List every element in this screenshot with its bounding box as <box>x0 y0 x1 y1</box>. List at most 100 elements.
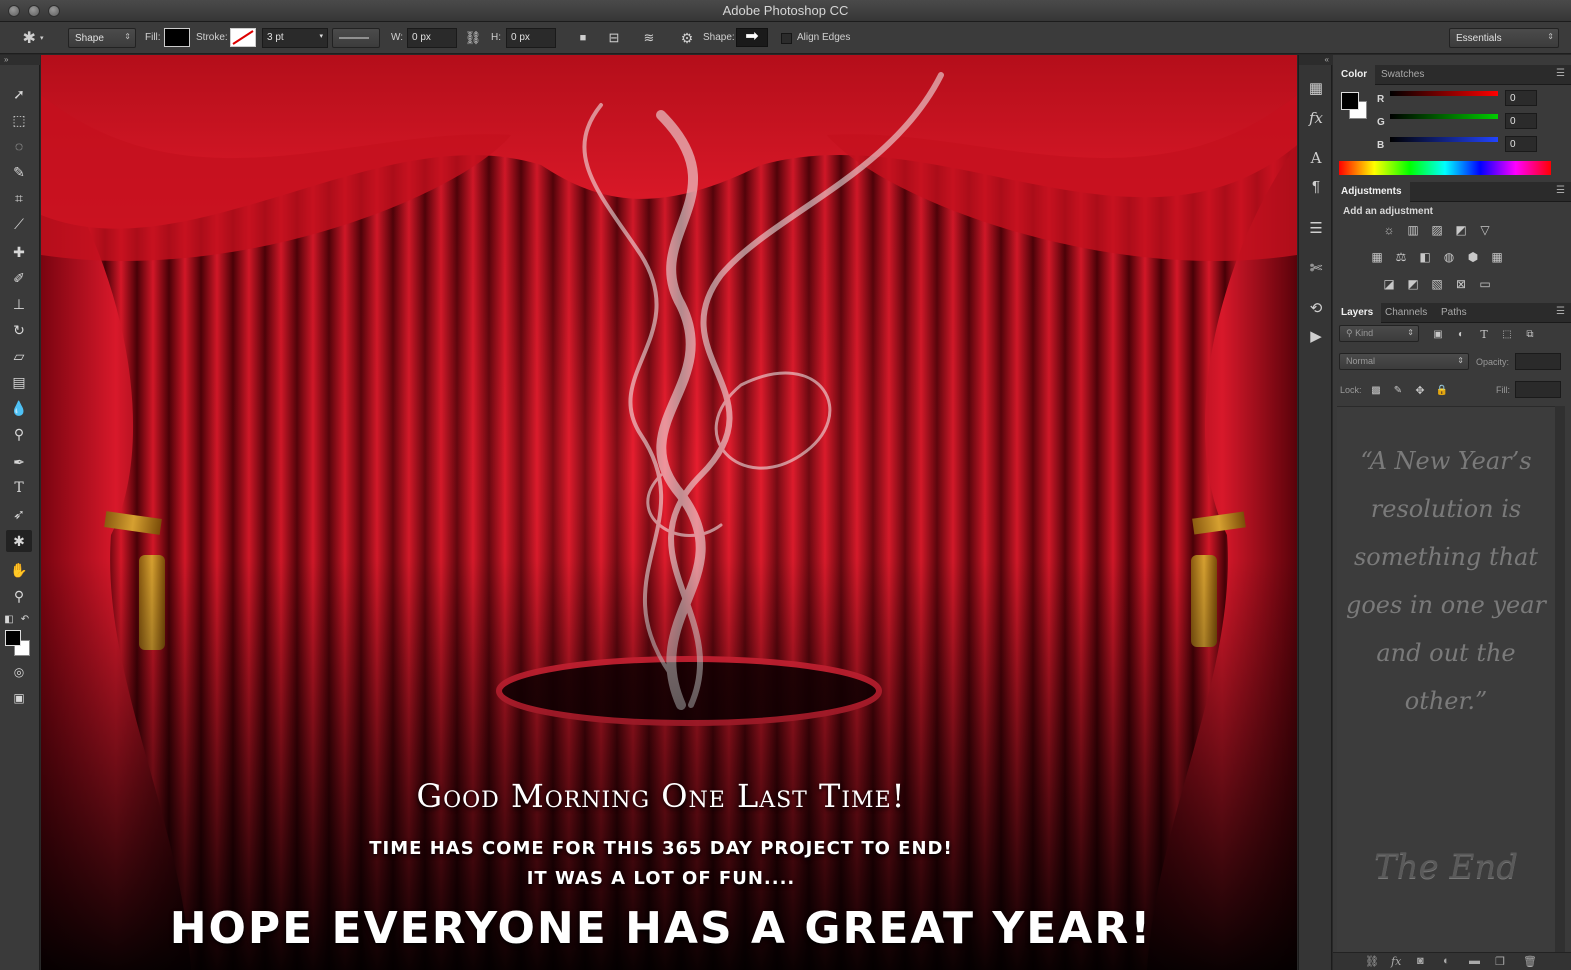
gradient-tool[interactable]: ▤ <box>6 371 32 393</box>
type-tool[interactable]: T <box>6 477 32 499</box>
hand-tool[interactable]: ✋ <box>6 559 32 581</box>
path-operations-icon[interactable]: ■ <box>573 29 593 47</box>
opacity-field[interactable] <box>1515 353 1561 370</box>
add-mask-icon[interactable]: ◙ <box>1417 955 1424 967</box>
link-icon[interactable]: ⛓ <box>463 30 483 46</box>
curves-icon[interactable]: ▨ <box>1428 221 1446 239</box>
tab-channels[interactable]: Channels <box>1377 303 1435 323</box>
tab-paths[interactable]: Paths <box>1433 303 1475 323</box>
paragraph-panel-icon[interactable]: ¶ <box>1303 175 1329 197</box>
dodge-tool[interactable]: ⚲ <box>6 423 32 445</box>
invert-icon[interactable]: ◪ <box>1380 275 1398 293</box>
fill-swatch[interactable] <box>164 28 190 47</box>
tab-layers[interactable]: Layers <box>1333 303 1382 323</box>
color-spectrum-ramp[interactable] <box>1339 161 1551 175</box>
brush-tool[interactable]: ✐ <box>6 267 32 289</box>
stroke-type-dropdown[interactable] <box>332 28 380 48</box>
new-layer-icon[interactable]: ❐ <box>1495 955 1505 968</box>
lock-all-icon[interactable]: 🔒 <box>1433 381 1451 399</box>
filter-shape-icon[interactable]: ⬚ <box>1498 325 1516 343</box>
stroke-size-field[interactable]: 3 pt ▾ <box>262 28 328 48</box>
history-panel-icon[interactable]: ⟲ <box>1303 297 1329 319</box>
layer-filter-dropdown[interactable]: ⚲ Kind ⇕ <box>1339 325 1419 342</box>
zoom-tool[interactable]: ⚲ <box>6 585 32 607</box>
layers-scrollbar[interactable] <box>1555 406 1565 952</box>
new-group-icon[interactable]: ▬ <box>1469 955 1480 967</box>
gradient-map-icon[interactable]: ▭ <box>1476 275 1494 293</box>
filter-smart-object-icon[interactable]: ⧉ <box>1521 325 1539 343</box>
selective-color-icon[interactable]: ⊠ <box>1452 275 1470 293</box>
brightness-icon[interactable]: ☼ <box>1380 221 1398 239</box>
black-white-icon[interactable]: ◧ <box>1416 248 1434 266</box>
default-colors-icon[interactable]: ◧ <box>2 608 16 630</box>
vibrance-icon[interactable]: ▽ <box>1476 221 1494 239</box>
path-alignment-icon[interactable]: ⊟ <box>603 29 625 47</box>
tool-mode-dropdown[interactable]: Shape ⇕ <box>68 28 136 48</box>
panel-menu-icon[interactable]: ☰ <box>1556 306 1565 317</box>
lock-position-icon[interactable]: ✥ <box>1411 381 1429 399</box>
custom-shape-tool[interactable]: ✱ <box>6 530 32 552</box>
collapse-strip-icon[interactable]: « <box>1299 55 1333 65</box>
quick-mask-icon[interactable]: ◎ <box>6 661 32 683</box>
blue-slider[interactable] <box>1390 137 1498 142</box>
screen-mode-icon[interactable]: ▣ <box>6 687 32 709</box>
layers-list-area[interactable]: “A New Year’s resolution is something th… <box>1337 406 1555 952</box>
threshold-icon[interactable]: ▧ <box>1428 275 1446 293</box>
custom-shape-tool-preset-icon[interactable]: ✱ ▾ <box>18 28 48 48</box>
brush-presets-icon[interactable]: ☰ <box>1303 217 1329 239</box>
exposure-icon[interactable]: ◩ <box>1452 221 1470 239</box>
align-edges-checkbox[interactable] <box>781 33 792 44</box>
tab-swatches[interactable]: Swatches <box>1373 65 1432 85</box>
clone-stamp-tool[interactable]: ⊥ <box>6 293 32 315</box>
color-lookup-icon[interactable]: ▦ <box>1488 248 1506 266</box>
tab-color[interactable]: Color <box>1333 65 1376 85</box>
move-tool[interactable]: ➚ <box>6 83 32 105</box>
workspace-dropdown[interactable]: Essentials ⇕ <box>1449 28 1559 48</box>
path-select-tool[interactable]: ➶ <box>6 503 32 525</box>
blue-value-field[interactable]: 0 <box>1505 136 1537 152</box>
gear-icon[interactable]: ⚙ <box>676 29 698 47</box>
path-arrangement-icon[interactable]: ≋ <box>638 29 660 47</box>
crop-tool[interactable]: ⌗ <box>6 187 32 209</box>
new-adjustment-layer-icon[interactable]: ◐ <box>1443 955 1450 967</box>
character-panel-icon[interactable]: A <box>1303 147 1329 169</box>
blend-mode-dropdown[interactable]: Normal ⇕ <box>1339 353 1469 370</box>
stroke-swatch[interactable] <box>230 28 256 47</box>
shape-picker[interactable]: ➡ <box>736 28 768 47</box>
blur-tool[interactable]: 💧 <box>6 397 32 419</box>
green-slider[interactable] <box>1390 114 1498 119</box>
trash-icon[interactable]: 🗑 <box>1523 955 1537 968</box>
eyedropper-tool[interactable]: ⟋ <box>6 213 32 235</box>
lock-pixels-icon[interactable]: ✎ <box>1389 381 1407 399</box>
quick-select-tool[interactable]: ✎ <box>6 161 32 183</box>
filter-adjustment-icon[interactable]: ◐ <box>1452 325 1470 343</box>
height-field[interactable]: 0 px <box>506 28 556 48</box>
layer-style-fx-icon[interactable]: fx <box>1391 955 1401 968</box>
healing-brush-tool[interactable]: ✚ <box>6 241 32 263</box>
tab-adjustments[interactable]: Adjustments <box>1333 182 1410 202</box>
marquee-tool[interactable]: ⬚ <box>6 109 32 131</box>
color-balance-icon[interactable]: ⚖ <box>1392 248 1410 266</box>
channel-mixer-icon[interactable]: ⬢ <box>1464 248 1482 266</box>
green-value-field[interactable]: 0 <box>1505 113 1537 129</box>
info-panel-icon[interactable]: ▦ <box>1303 77 1329 99</box>
pen-tool[interactable]: ✒ <box>6 451 32 473</box>
filter-pixel-icon[interactable]: ▣ <box>1429 325 1447 343</box>
filter-type-icon[interactable]: T <box>1475 325 1493 343</box>
posterize-icon[interactable]: ◩ <box>1404 275 1422 293</box>
red-slider[interactable] <box>1390 91 1498 96</box>
fill-opacity-field[interactable] <box>1515 381 1561 398</box>
history-brush-tool[interactable]: ↻ <box>6 319 32 341</box>
foreground-color-swatch[interactable] <box>5 630 21 646</box>
document-canvas[interactable]: Good Morning One Last Time! TIME HAS COM… <box>41 55 1297 970</box>
photo-filter-icon[interactable]: ◍ <box>1440 248 1458 266</box>
swap-colors-icon[interactable]: ↶ <box>18 608 32 630</box>
collapse-tools-icon[interactable]: » <box>0 55 40 65</box>
actions-panel-icon[interactable]: ▶ <box>1303 325 1329 347</box>
panel-menu-icon[interactable]: ☰ <box>1556 68 1565 79</box>
lasso-tool[interactable]: ◌ <box>6 135 32 157</box>
styles-panel-icon[interactable]: fx <box>1303 107 1329 129</box>
width-field[interactable]: 0 px <box>407 28 457 48</box>
tool-presets-icon[interactable]: ✄ <box>1303 257 1329 279</box>
lock-transparent-icon[interactable]: ▩ <box>1367 381 1385 399</box>
